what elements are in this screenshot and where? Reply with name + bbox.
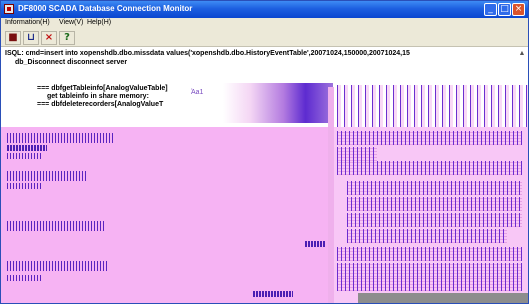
window-title: DF8000 SCADA Database Connection Monitor <box>18 4 193 13</box>
render-artifact <box>347 197 522 211</box>
menu-information[interactable]: Information(H) <box>5 19 50 26</box>
log-line: ISQL: cmd=insert into xopenshdb.dbo.miss… <box>5 50 410 57</box>
render-artifact <box>347 181 522 195</box>
log-line: db_Disconnect disconnect server <box>15 59 128 66</box>
render-artifact <box>334 85 528 127</box>
app-icon <box>4 4 14 14</box>
log-line: === dbfdeleterecorders[AnalogValueT <box>37 101 164 108</box>
glitch-glyph: Ἀa1 <box>191 89 204 96</box>
render-artifact <box>7 183 43 189</box>
render-artifact <box>347 229 507 243</box>
render-artifact <box>7 153 43 159</box>
log-line: === dbfgetTableinfo[AnalogValueTable] <box>37 85 168 92</box>
help-icon[interactable]: ? <box>59 31 75 45</box>
title-bar[interactable]: DF8000 SCADA Database Connection Monitor… <box>1 1 528 18</box>
render-artifact <box>7 171 87 181</box>
delete-icon[interactable]: × <box>41 31 57 45</box>
render-artifact-overlay <box>1 127 334 303</box>
close-button[interactable]: × <box>512 3 525 16</box>
render-artifact <box>337 131 522 145</box>
render-artifact <box>7 275 43 281</box>
render-artifact <box>347 213 522 227</box>
render-artifact <box>253 291 293 297</box>
render-artifact <box>337 277 522 291</box>
render-artifact <box>337 247 522 261</box>
scroll-up-arrow[interactable]: ▲ <box>518 50 526 58</box>
render-artifact <box>7 221 105 231</box>
render-artifact <box>7 261 109 271</box>
render-artifact <box>223 83 333 123</box>
menu-help[interactable]: Help(H) <box>87 19 111 26</box>
panel-divider[interactable] <box>328 87 334 303</box>
render-artifact <box>337 147 377 161</box>
render-artifact <box>337 263 522 277</box>
minimize-button[interactable]: _ <box>484 3 497 16</box>
render-artifact <box>7 133 113 143</box>
log-line: get tableinfo in share memory: <box>47 93 149 100</box>
status-area <box>358 293 528 303</box>
render-artifact <box>305 241 325 247</box>
render-artifact <box>337 161 522 175</box>
menu-view[interactable]: View(V) <box>59 19 83 26</box>
toolbar: ■ ⊔ × ? <box>1 29 528 47</box>
maximize-button[interactable]: □ <box>498 3 511 16</box>
connect-icon[interactable]: ⊔ <box>23 31 39 45</box>
stop-icon[interactable]: ■ <box>5 31 21 45</box>
menu-bar: Information(H) View(V) Help(H) <box>1 18 528 29</box>
render-artifact <box>7 145 47 151</box>
app-window: DF8000 SCADA Database Connection Monitor… <box>0 0 529 304</box>
